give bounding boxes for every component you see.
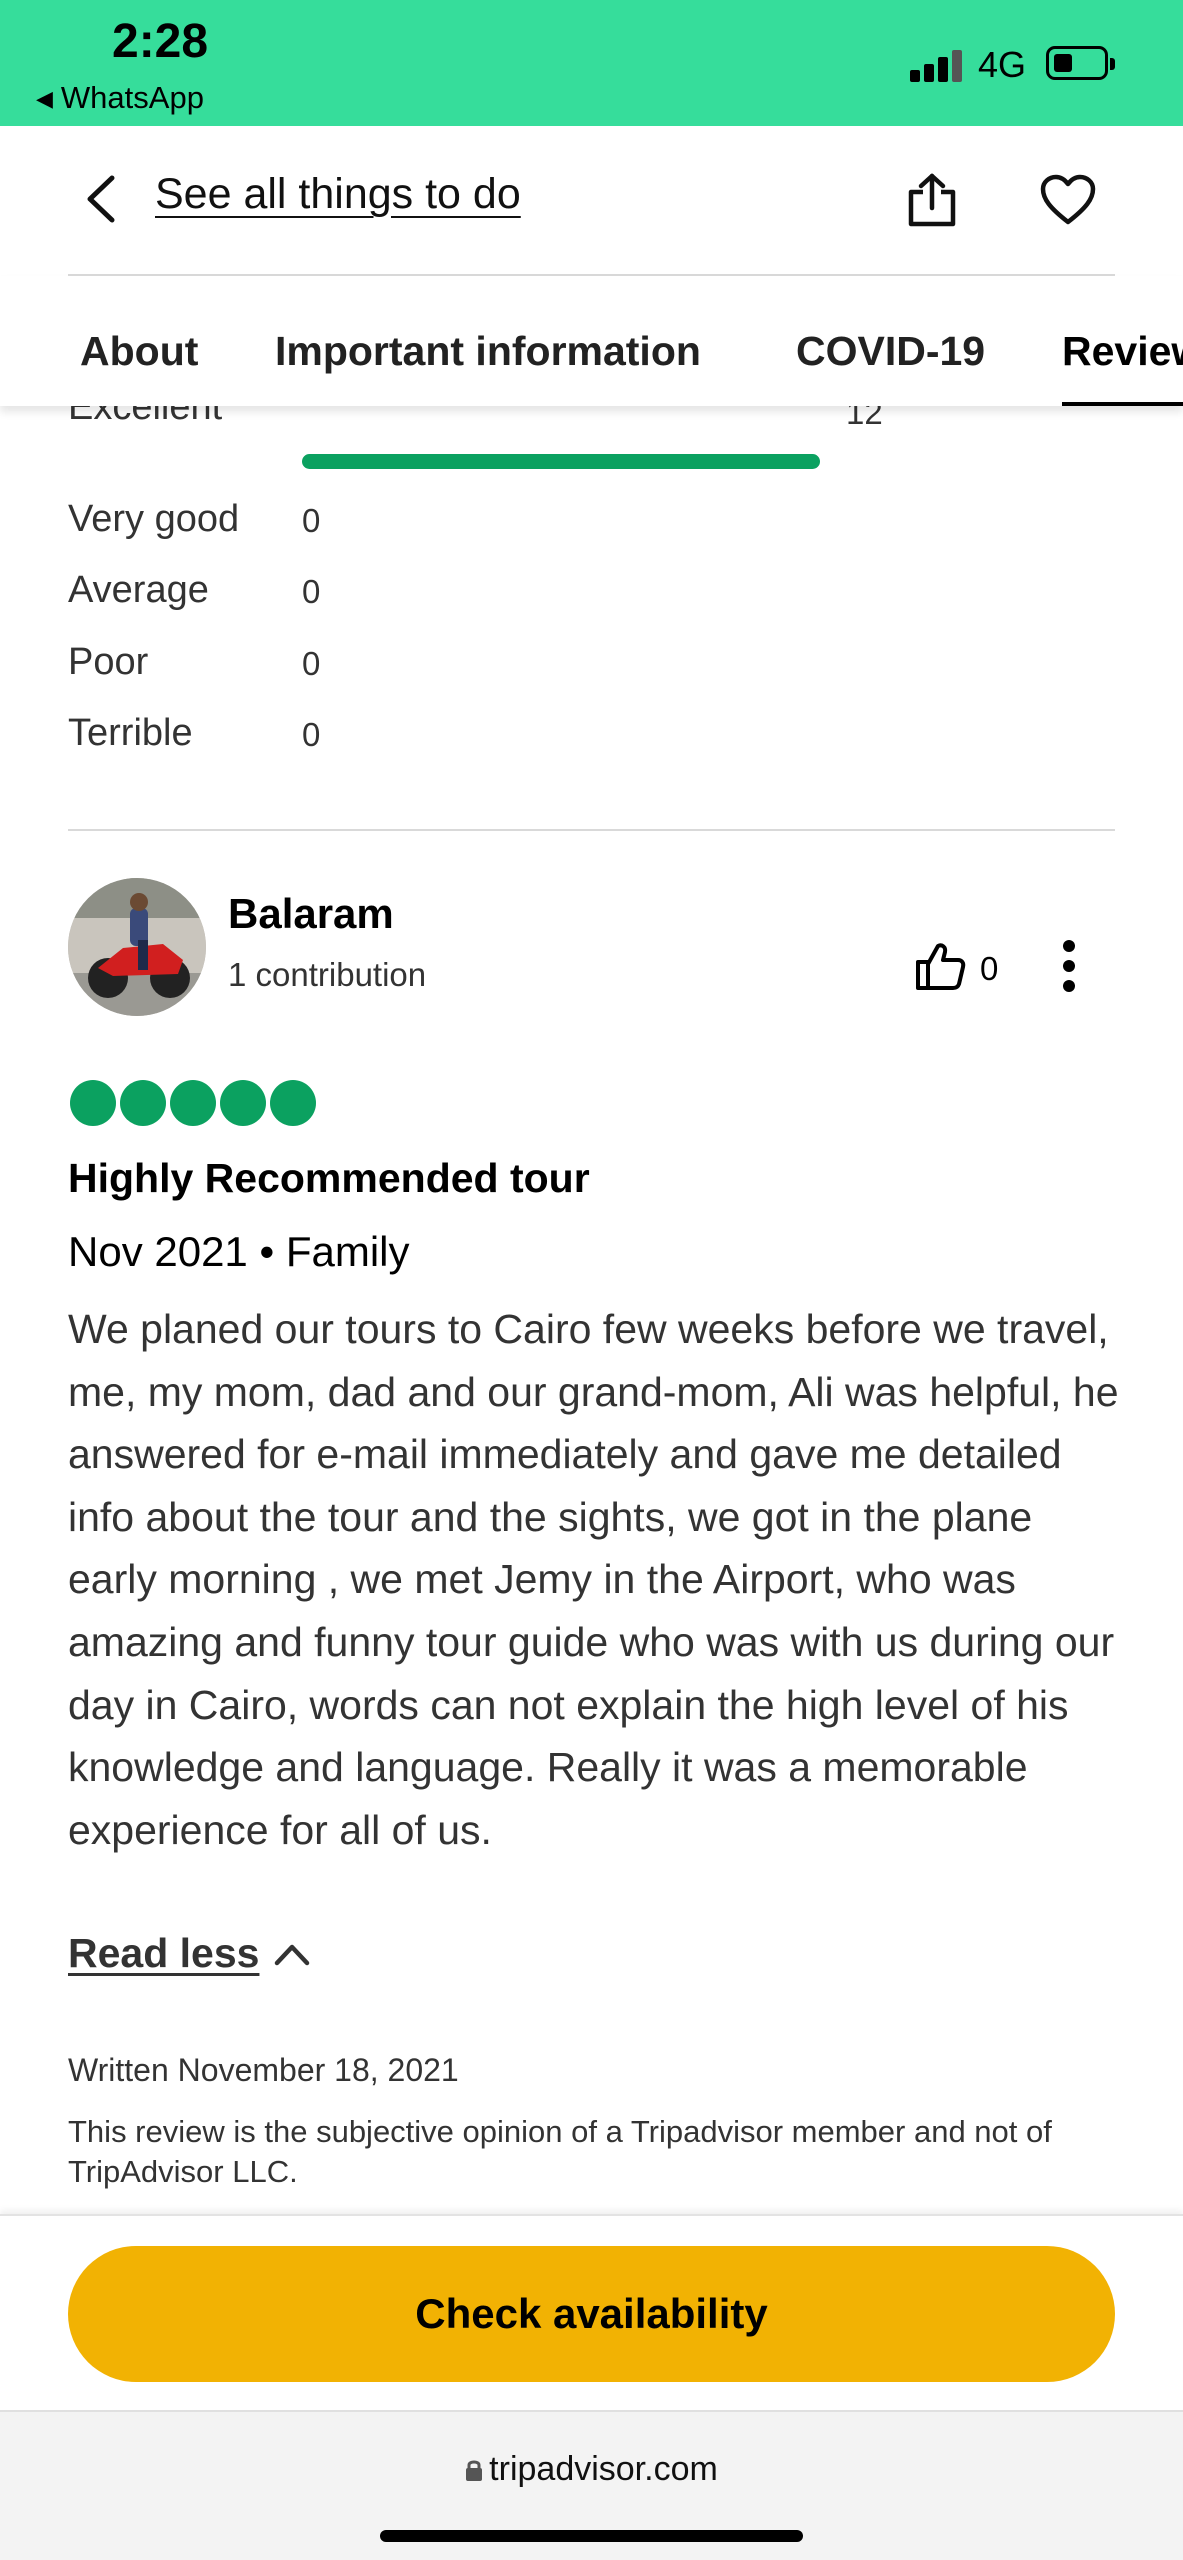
rating-count-average: 0 [302, 573, 321, 610]
status-time: 2:28 [112, 15, 209, 68]
section-tabs: About Important information COVID-19 Rev… [0, 276, 1183, 406]
rating-count-poor: 0 [302, 645, 321, 682]
active-tab-indicator [1062, 402, 1183, 406]
review-title: Highly Recommended tour [68, 1155, 590, 1201]
url-display[interactable]: tripadvisor.com [0, 2450, 1183, 2489]
home-indicator[interactable] [380, 2530, 803, 2542]
rating-count-very-good: 0 [302, 502, 321, 539]
rating-count-excellent: 12 [846, 406, 883, 431]
lock-icon [466, 2460, 483, 2481]
battery-icon [1046, 46, 1115, 80]
bottom-action-bar: Check availability [0, 2214, 1183, 2410]
url-text: tripadvisor.com [489, 2450, 718, 2488]
review-disclaimer: This review is the subjective opinion of… [68, 2114, 1052, 2189]
network-label: 4G [978, 44, 1027, 85]
avatar[interactable] [68, 878, 206, 1016]
rating-bubble-icon [270, 1080, 316, 1126]
review-body: We planed our tours to Cairo few weeks b… [68, 1306, 1119, 1853]
rating-bubble-icon [70, 1080, 116, 1126]
rating-label-very-good: Very good [68, 498, 240, 540]
rating-count-terrible: 0 [302, 716, 321, 753]
share-icon[interactable] [905, 172, 959, 228]
reviewer-name[interactable]: Balaram [228, 890, 394, 938]
written-date: Written November 18, 2021 [68, 2052, 459, 2088]
rating-label-terrible: Terrible [68, 712, 193, 754]
more-options-icon[interactable] [1054, 938, 1084, 994]
avatar-photo [68, 878, 206, 1016]
browser-url-bar: tripadvisor.com [0, 2410, 1183, 2560]
signal-icon [910, 46, 964, 82]
read-less-link[interactable]: Read less [68, 1930, 311, 1977]
back-to-app-link[interactable]: ◀ WhatsApp [36, 80, 204, 116]
chevron-left-icon[interactable] [82, 174, 122, 224]
check-availability-button[interactable]: Check availability [68, 2246, 1115, 2382]
tab-about[interactable]: About [80, 328, 198, 375]
reviewer-contributions: 1 contribution [228, 956, 427, 993]
see-all-things-link[interactable]: See all things to do [155, 170, 521, 219]
rating-label-excellent: Excellent [68, 406, 223, 428]
heart-icon[interactable] [1040, 174, 1096, 226]
chevron-up-icon [275, 1944, 310, 1965]
back-triangle-icon: ◀ [36, 86, 53, 111]
back-app-label: WhatsApp [60, 80, 204, 115]
rating-label-poor: Poor [68, 641, 149, 683]
helpful-vote-count: 0 [980, 950, 999, 987]
thumbs-up-icon[interactable] [914, 940, 966, 992]
section-divider [68, 829, 1115, 831]
rating-bubbles [70, 1080, 316, 1128]
tab-reviews[interactable]: Reviews [1062, 328, 1183, 375]
rating-bubble-icon [120, 1080, 166, 1126]
top-nav: See all things to do [0, 126, 1183, 276]
tab-important-information[interactable]: Important information [275, 328, 701, 375]
rating-bar-excellent [302, 454, 820, 469]
rating-bubble-icon [170, 1080, 216, 1126]
read-less-label: Read less [68, 1930, 260, 1976]
rating-bubble-icon [220, 1080, 266, 1126]
rating-label-average: Average [68, 569, 209, 611]
review-meta: Nov 2021 • Family [68, 1228, 410, 1275]
rating-breakdown: Excellent 12 Very good 0 Average 0 Poor … [0, 406, 1183, 836]
status-bar: 2:28 ◀ WhatsApp 4G [0, 0, 1183, 126]
tab-covid-19[interactable]: COVID-19 [796, 328, 985, 375]
